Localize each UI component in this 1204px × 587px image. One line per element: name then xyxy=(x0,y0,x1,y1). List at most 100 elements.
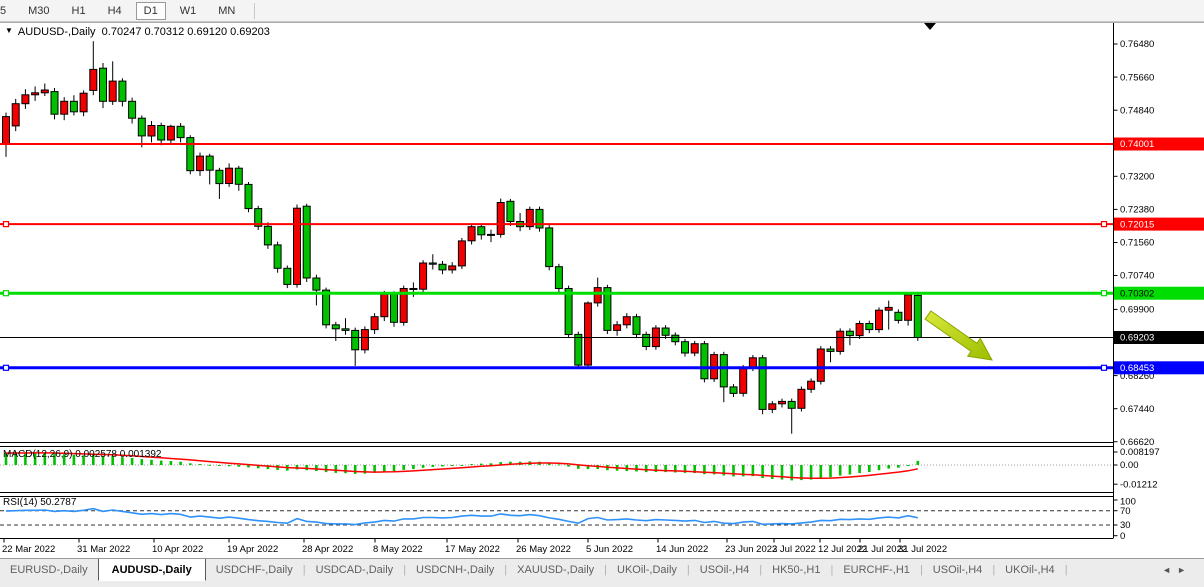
tab-usdcad-daily[interactable]: USDCAD-,Daily xyxy=(306,561,404,580)
svg-text:0.008197: 0.008197 xyxy=(1120,447,1160,458)
chart-legend: ▼AUDUSD-,Daily 0.70247 0.70312 0.69120 0… xyxy=(5,26,270,38)
candle xyxy=(876,310,883,329)
timeframe-button-d1[interactable]: D1 xyxy=(136,2,166,20)
hline-handle[interactable] xyxy=(4,291,9,296)
chart-canvas[interactable] xyxy=(0,22,1113,443)
price-badge: 0.68453 xyxy=(1120,363,1154,374)
symbol-dropdown-icon: ▼ xyxy=(5,26,13,35)
timeframe-button-w1[interactable]: W1 xyxy=(172,2,205,20)
tab-xauusd-daily[interactable]: XAUUSD-,Daily xyxy=(507,561,604,580)
price-tick-label: 0.76480 xyxy=(1120,39,1154,50)
candle xyxy=(682,342,689,353)
date-label: 26 May 2022 xyxy=(516,544,571,555)
hline-handle[interactable] xyxy=(4,365,9,370)
tab-ukoil-h4[interactable]: UKOil-,H4 xyxy=(995,561,1065,580)
date-label: 31 Jul 2022 xyxy=(898,544,947,555)
candle xyxy=(294,208,301,284)
svg-text:0: 0 xyxy=(1120,531,1125,542)
tab-hk50-h1[interactable]: HK50-,H1 xyxy=(762,561,830,580)
hline-handle[interactable] xyxy=(1102,365,1107,370)
candle xyxy=(788,401,795,408)
date-label: 31 Mar 2022 xyxy=(77,544,130,555)
date-label: 3 Jul 2022 xyxy=(772,544,816,555)
candle xyxy=(507,201,514,221)
timeframe-button-5[interactable]: 5 xyxy=(0,2,14,20)
price-tick-label: 0.74840 xyxy=(1120,105,1154,116)
candle xyxy=(817,349,824,381)
tab-usdchf-daily[interactable]: USDCHF-,Daily xyxy=(206,561,303,580)
candle xyxy=(866,324,873,330)
candle xyxy=(594,288,601,303)
candle xyxy=(352,330,359,349)
candle xyxy=(837,331,844,351)
scroll-tabs-left-icon[interactable]: ◄ xyxy=(1162,565,1177,575)
hline-handle[interactable] xyxy=(4,222,9,227)
toolbar-separator xyxy=(254,3,255,19)
timeframe-button-mn[interactable]: MN xyxy=(210,2,243,20)
candle xyxy=(575,334,582,365)
tab-usdcnh-daily[interactable]: USDCNH-,Daily xyxy=(406,561,504,580)
candle xyxy=(488,234,495,235)
chart-ohlc-values: 0.70247 0.70312 0.69120 0.69203 xyxy=(102,26,270,38)
timeframe-button-h4[interactable]: H4 xyxy=(100,2,130,20)
candle xyxy=(555,267,562,289)
candle xyxy=(100,68,107,101)
candle xyxy=(41,90,48,93)
tab-audusd-daily[interactable]: AUDUSD-,Daily xyxy=(98,558,206,581)
candle xyxy=(22,95,29,104)
candle xyxy=(80,93,87,112)
candle xyxy=(458,241,465,266)
tab-usoil-h4[interactable]: USOil-,H4 xyxy=(690,561,760,580)
svg-text:70: 70 xyxy=(1120,506,1131,517)
candle xyxy=(177,126,184,137)
candle xyxy=(61,101,68,114)
price-tick-label: 0.75660 xyxy=(1120,72,1154,83)
candle xyxy=(332,325,339,329)
date-label: 28 Apr 2022 xyxy=(302,544,353,555)
candle xyxy=(245,184,252,208)
price-tick-label: 0.71560 xyxy=(1120,238,1154,249)
date-label: 17 May 2022 xyxy=(445,544,500,555)
candle xyxy=(264,226,271,245)
hline-handle[interactable] xyxy=(1102,291,1107,296)
candle xyxy=(856,324,863,336)
price-badge: 0.70302 xyxy=(1120,288,1154,299)
date-label: 8 May 2022 xyxy=(373,544,423,555)
timeframe-button-h1[interactable]: H1 xyxy=(64,2,94,20)
price-tick-label: 0.69900 xyxy=(1120,305,1154,316)
candle xyxy=(429,263,436,264)
candle xyxy=(730,387,737,394)
tab-usoil-h4[interactable]: USOil-,H4 xyxy=(923,561,993,580)
candle xyxy=(439,264,446,270)
candle xyxy=(585,303,592,365)
tab-eurchf-h1[interactable]: EURCHF-,H1 xyxy=(833,561,920,580)
candle xyxy=(284,268,291,284)
candle xyxy=(827,349,834,351)
candle xyxy=(216,170,223,183)
date-label: 14 Jun 2022 xyxy=(656,544,708,555)
price-tick-label: 0.72380 xyxy=(1120,205,1154,216)
candle xyxy=(391,294,398,322)
candle xyxy=(206,156,213,170)
candle xyxy=(468,227,475,241)
candle xyxy=(197,156,204,171)
candle xyxy=(769,404,776,410)
tab-eurusd-daily[interactable]: EURUSD-,Daily xyxy=(0,561,98,580)
candle xyxy=(371,317,378,330)
rsi-indicator-label: RSI(14) 50.2787 xyxy=(3,497,76,508)
hline-handle[interactable] xyxy=(1102,222,1107,227)
tab-ukoil-daily[interactable]: UKOil-,Daily xyxy=(607,561,687,580)
candle xyxy=(895,312,902,320)
candle xyxy=(342,329,349,331)
candle xyxy=(226,168,233,183)
chart-area[interactable]: 0.764800.756600.748400.732000.723800.715… xyxy=(0,22,1204,558)
scroll-tabs-right-icon[interactable]: ► xyxy=(1177,565,1192,575)
date-label: 10 Apr 2022 xyxy=(152,544,203,555)
candle xyxy=(381,294,388,317)
svg-text:-0.01212: -0.01212 xyxy=(1120,479,1158,490)
candle xyxy=(633,317,640,335)
candle xyxy=(12,104,19,126)
candle xyxy=(798,389,805,408)
timeframe-button-m30[interactable]: M30 xyxy=(20,2,57,20)
svg-text:0.00: 0.00 xyxy=(1120,460,1139,471)
